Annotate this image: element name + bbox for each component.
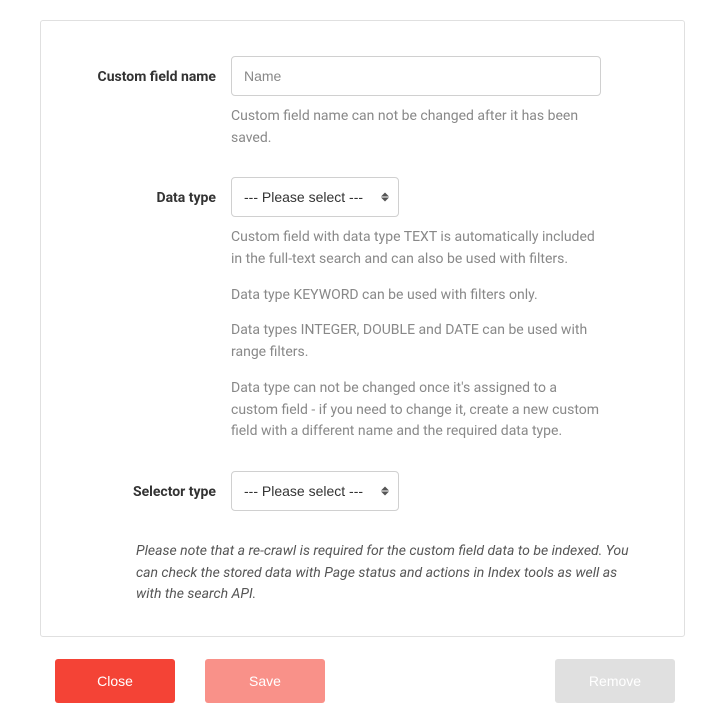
help-text-name: Custom field name can not be changed aft… — [231, 106, 601, 149]
control-wrap-datatype: --- Please select --- Custom field with … — [231, 177, 644, 443]
remove-button[interactable]: Remove — [555, 659, 675, 703]
data-type-select-wrap: --- Please select --- — [231, 177, 399, 217]
control-wrap-selectortype: --- Please select --- — [231, 471, 644, 511]
help-datatype-p1: Custom field with data type TEXT is auto… — [231, 227, 601, 270]
label-selector-type: Selector type — [81, 471, 231, 511]
field-data-type: Data type --- Please select --- Custom f… — [81, 177, 644, 443]
note-row: Please note that a re-crawl is required … — [81, 541, 644, 606]
help-text-datatype: Custom field with data type TEXT is auto… — [231, 227, 601, 443]
field-selector-type: Selector type --- Please select --- — [81, 471, 644, 511]
close-button[interactable]: Close — [55, 659, 175, 703]
control-wrap-name: Custom field name can not be changed aft… — [231, 56, 644, 149]
help-datatype-p3: Data types INTEGER, DOUBLE and DATE can … — [231, 320, 601, 363]
selector-type-select-wrap: --- Please select --- — [231, 471, 399, 511]
note-text: Please note that a re-crawl is required … — [136, 541, 634, 606]
label-data-type: Data type — [81, 177, 231, 443]
help-datatype-p4: Data type can not be changed once it's a… — [231, 378, 601, 443]
button-row: Close Save Remove — [40, 659, 685, 703]
data-type-select[interactable]: --- Please select --- — [231, 177, 399, 217]
form-panel: Custom field name Custom field name can … — [40, 20, 685, 637]
help-datatype-p2: Data type KEYWORD can be used with filte… — [231, 285, 601, 307]
label-custom-name: Custom field name — [81, 56, 231, 149]
custom-field-name-input[interactable] — [231, 56, 601, 96]
field-custom-name: Custom field name Custom field name can … — [81, 56, 644, 149]
help-name-p1: Custom field name can not be changed aft… — [231, 106, 601, 149]
selector-type-select[interactable]: --- Please select --- — [231, 471, 399, 511]
save-button[interactable]: Save — [205, 659, 325, 703]
